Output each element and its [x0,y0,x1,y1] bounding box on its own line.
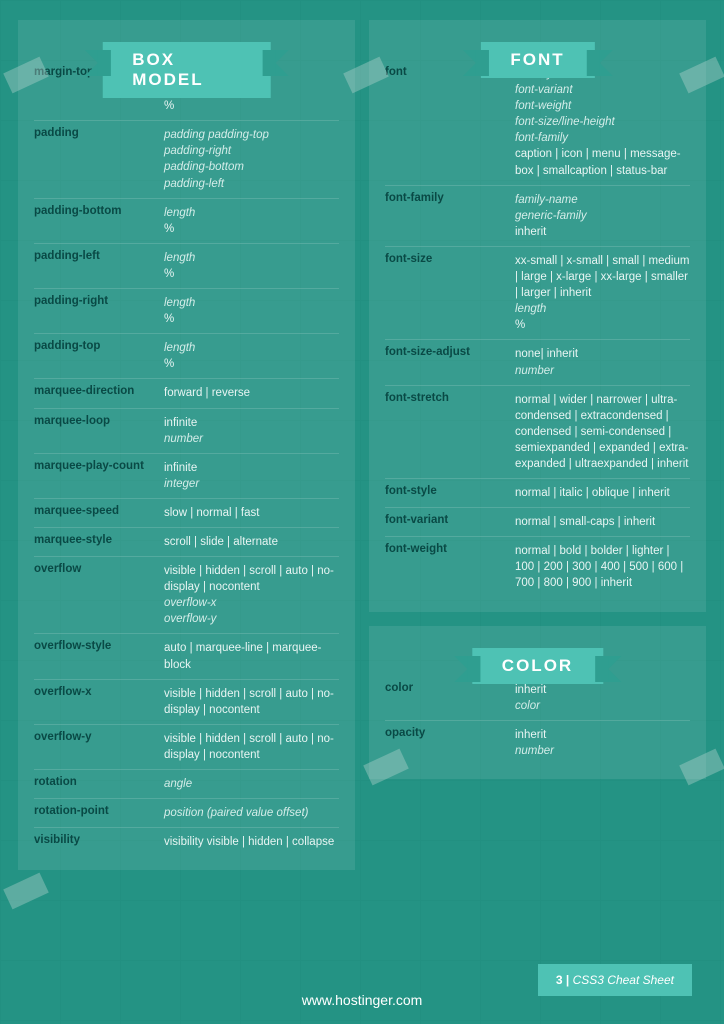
property-values: padding padding-toppadding-rightpadding-… [164,127,339,191]
property-name: padding-bottom [34,205,164,237]
property-row: overflow-xvisible | hidden | scroll | au… [34,680,339,725]
property-row: overflow-yvisible | hidden | scroll | au… [34,725,339,770]
property-values: visible | hidden | scroll | auto | no-di… [164,686,339,718]
property-name: marquee-speed [34,505,164,521]
property-values: normal | italic | oblique | inherit [515,485,690,501]
property-values: length% [164,340,339,372]
property-values: normal | wider | narrower | ultra-conden… [515,392,690,472]
property-row: font-sizexx-small | x-small | small | me… [385,247,690,340]
property-name: marquee-play-count [34,460,164,492]
property-name: rotation-point [34,805,164,821]
property-row: font-size-adjustnone| inheritnumber [385,340,690,385]
property-values: forward | reverse [164,385,339,401]
property-values: visible | hidden | scroll | auto | no-di… [164,731,339,763]
property-name: padding [34,127,164,191]
property-values: length% [164,295,339,327]
property-row: paddingpadding padding-toppadding-rightp… [34,121,339,198]
property-name: font-stretch [385,392,515,472]
property-row: marquee-directionforward | reverse [34,379,339,408]
property-values: auto | marquee-line | marquee-block [164,640,339,672]
property-row: font-stylenormal | italic | oblique | in… [385,479,690,508]
property-name: overflow-x [34,686,164,718]
color-rows: colorinheritcoloropacityinheritnumber [385,676,690,765]
property-values: infinitenumber [164,415,339,447]
property-name: marquee-loop [34,415,164,447]
left-column: BOX MODEL margin-topautolength%paddingpa… [18,20,355,964]
right-column: FONT fontfont-stylefont-variantfont-weig… [369,20,706,964]
footer-url: www.hostinger.com [302,992,423,1008]
property-name: visibility [34,834,164,850]
property-row: font-weightnormal | bold | bolder | ligh… [385,537,690,597]
font-card: FONT fontfont-stylefont-variantfont-weig… [369,20,706,612]
property-name: padding-top [34,340,164,372]
property-row: padding-leftlength% [34,244,339,289]
property-name: font-size-adjust [385,346,515,378]
property-values: position (paired value offset) [164,805,339,821]
color-ribbon: COLOR [472,648,603,684]
property-values: visibility visible | hidden | collapse [164,834,339,850]
property-name: overflow-style [34,640,164,672]
property-values: xx-small | x-small | small | medium | la… [515,253,690,333]
page-container: BOX MODEL margin-topautolength%paddingpa… [0,0,724,1024]
font-rows: fontfont-stylefont-variantfont-weightfon… [385,60,690,598]
property-name: font-weight [385,543,515,591]
property-values: inheritcolor [515,682,690,714]
property-name: font [385,66,515,179]
property-values: inheritnumber [515,727,690,759]
property-name: font-family [385,192,515,240]
property-row: padding-rightlength% [34,289,339,334]
property-name: padding-right [34,295,164,327]
property-name: font-variant [385,514,515,530]
property-name: opacity [385,727,515,759]
property-values: length% [164,205,339,237]
property-values: normal | bold | bolder | lighter | 100 |… [515,543,690,591]
property-values: family-namegeneric-familyinherit [515,192,690,240]
property-row: overflow-styleauto | marquee-line | marq… [34,634,339,679]
box-model-ribbon: BOX MODEL [102,42,271,98]
property-row: rotationangle [34,770,339,799]
property-row: opacityinheritnumber [385,721,690,765]
property-name: overflow [34,563,164,627]
property-row: font-variantnormal | small-caps | inheri… [385,508,690,537]
property-values: scroll | slide | alternate [164,534,339,550]
property-values: angle [164,776,339,792]
property-row: font-familyfamily-namegeneric-familyinhe… [385,186,690,247]
box-model-rows: margin-topautolength%paddingpadding padd… [34,60,339,856]
property-values: length% [164,250,339,282]
property-values: infiniteinteger [164,460,339,492]
property-row: marquee-play-countinfiniteinteger [34,454,339,499]
property-values: normal | small-caps | inherit [515,514,690,530]
property-values: slow | normal | fast [164,505,339,521]
property-name: overflow-y [34,731,164,763]
property-values: none| inheritnumber [515,346,690,378]
property-row: marquee-speedslow | normal | fast [34,499,339,528]
footer: www.hostinger.com [0,976,724,1024]
property-name: rotation [34,776,164,792]
property-row: marquee-loopinfinitenumber [34,409,339,454]
property-name: marquee-style [34,534,164,550]
property-name: font-size [385,253,515,333]
property-values: visible | hidden | scroll | auto | no-di… [164,563,339,627]
property-row: fontfont-stylefont-variantfont-weightfon… [385,60,690,186]
font-ribbon: FONT [480,42,594,78]
property-row: padding-toplength% [34,334,339,379]
color-card: COLOR colorinheritcoloropacityinheritnum… [369,626,706,779]
property-name: font-style [385,485,515,501]
property-row: visibilityvisibility visible | hidden | … [34,828,339,856]
property-row: font-stretchnormal | wider | narrower | … [385,386,690,479]
box-model-card: BOX MODEL margin-topautolength%paddingpa… [18,20,355,870]
property-row: padding-bottomlength% [34,199,339,244]
property-name: color [385,682,515,714]
property-name: marquee-direction [34,385,164,401]
property-row: marquee-stylescroll | slide | alternate [34,528,339,557]
property-row: overflowvisible | hidden | scroll | auto… [34,557,339,634]
property-row: rotation-pointposition (paired value off… [34,799,339,828]
property-values: font-stylefont-variantfont-weightfont-si… [515,66,690,179]
property-name: padding-left [34,250,164,282]
